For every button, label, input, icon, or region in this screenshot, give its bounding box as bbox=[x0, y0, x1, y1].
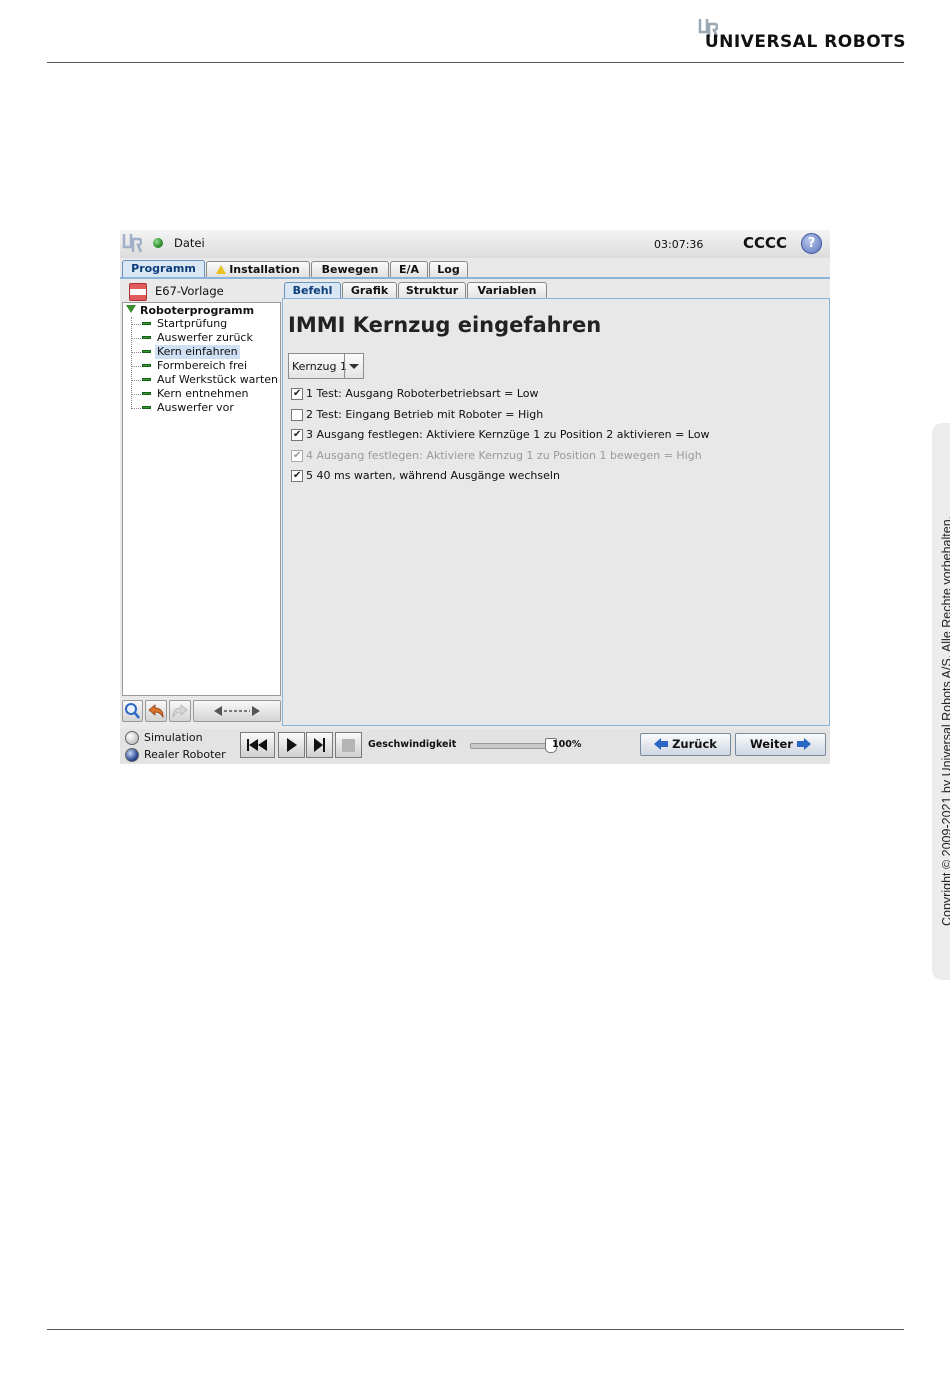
tab-variablen[interactable]: Variablen bbox=[467, 282, 547, 299]
tree-toolbar bbox=[122, 700, 281, 722]
node-icon bbox=[142, 322, 151, 325]
tree-item-label: Auswerfer vor bbox=[157, 401, 234, 414]
checkbox bbox=[291, 448, 303, 464]
save-icon[interactable] bbox=[129, 283, 147, 301]
node-icon bbox=[142, 364, 151, 367]
robot-name: CCCC bbox=[743, 234, 788, 252]
step-label: 2 Test: Eingang Betrieb mit Roboter = Hi… bbox=[306, 408, 544, 421]
rewind-button[interactable] bbox=[240, 732, 275, 758]
arrow-right-icon bbox=[797, 738, 811, 750]
footer-rule bbox=[47, 1329, 904, 1330]
undo-icon bbox=[148, 704, 164, 719]
command-title: IMMI Kernzug eingefahren bbox=[288, 313, 602, 337]
status-ok-icon bbox=[153, 238, 163, 248]
node-icon bbox=[142, 392, 151, 395]
tree-root-label: Roboterprogramm bbox=[140, 304, 255, 317]
back-button[interactable]: Zurück bbox=[640, 733, 731, 756]
search-icon bbox=[125, 703, 140, 719]
next-button[interactable]: Weiter bbox=[735, 733, 826, 756]
header-rule bbox=[47, 62, 904, 63]
checkbox[interactable] bbox=[291, 386, 303, 402]
checkbox[interactable] bbox=[291, 427, 303, 443]
speed-value: 100% bbox=[552, 739, 582, 750]
bottom-bar: Simulation Realer Roboter Geschwindigkei… bbox=[120, 729, 830, 764]
tab-bewegen[interactable]: Bewegen bbox=[311, 261, 389, 277]
tab-befehl[interactable]: Befehl bbox=[284, 282, 341, 299]
kernzug-select[interactable]: Kernzug 1 bbox=[288, 353, 364, 379]
redo-button[interactable] bbox=[169, 700, 191, 722]
tree-item-label: Kern entnehmen bbox=[157, 387, 249, 400]
tree-item-label: Kern einfahren bbox=[155, 345, 240, 359]
speed-label: Geschwindigkeit bbox=[368, 739, 457, 750]
play-icon bbox=[287, 738, 297, 752]
top-bar: Datei 03:07:36 CCCC ? bbox=[120, 230, 830, 258]
help-icon[interactable]: ? bbox=[801, 233, 822, 254]
tab-installation-label: Installation bbox=[229, 263, 300, 276]
node-icon bbox=[142, 336, 151, 339]
real-robot-label: Realer Roboter bbox=[144, 748, 226, 761]
node-icon bbox=[142, 350, 151, 353]
step-label: 3 Ausgang festlegen: Aktiviere Kernzüge … bbox=[306, 428, 710, 441]
expand-triangle-icon bbox=[126, 305, 136, 313]
brand-name: UNIVERSAL ROBOTS bbox=[704, 32, 906, 52]
program-filename: E67-Vorlage bbox=[155, 284, 224, 298]
tree-item-label: Startprüfung bbox=[157, 317, 228, 330]
real-robot-radio[interactable] bbox=[125, 748, 139, 762]
copyright-text: Copyright © 2009-2021 by Universal Robot… bbox=[940, 515, 950, 926]
tree-guide bbox=[131, 317, 132, 409]
move-arrows-icon bbox=[214, 706, 260, 716]
kernzug-select-value: Kernzug 1 bbox=[292, 360, 347, 373]
stop-button[interactable] bbox=[335, 732, 362, 758]
speed-slider-fill bbox=[471, 744, 551, 748]
back-label: Zurück bbox=[672, 737, 717, 751]
speed-slider[interactable] bbox=[470, 738, 557, 753]
simulation-radio[interactable] bbox=[125, 731, 139, 745]
step-label: 5 40 ms warten, während Ausgänge wechsel… bbox=[306, 469, 560, 482]
clock: 03:07:36 bbox=[654, 238, 704, 251]
tree-item-label: Formbereich frei bbox=[157, 359, 248, 372]
tab-struktur[interactable]: Struktur bbox=[398, 282, 466, 299]
tab-programm[interactable]: Programm bbox=[122, 260, 205, 278]
redo-icon bbox=[172, 704, 188, 719]
step-icon bbox=[314, 738, 325, 752]
next-label: Weiter bbox=[749, 737, 793, 751]
node-icon bbox=[142, 378, 151, 381]
warning-icon bbox=[216, 265, 227, 274]
step-button[interactable] bbox=[306, 732, 333, 758]
undo-button[interactable] bbox=[145, 700, 167, 722]
play-button[interactable] bbox=[278, 732, 305, 758]
simulation-label: Simulation bbox=[144, 731, 203, 744]
rewind-icon bbox=[247, 739, 267, 751]
tree-item-label: Auf Werkstück warten bbox=[157, 373, 278, 386]
stop-icon bbox=[342, 739, 355, 752]
program-tree: Roboterprogramm Startprüfung Auswerfer z… bbox=[122, 302, 281, 696]
tab-log[interactable]: Log bbox=[429, 261, 468, 277]
arrow-left-icon bbox=[654, 738, 669, 750]
checkbox[interactable] bbox=[291, 468, 303, 484]
move-node-button[interactable] bbox=[193, 700, 281, 722]
step-label: 1 Test: Ausgang Roboterbetriebsart = Low bbox=[306, 387, 539, 400]
tree-item-label: Auswerfer zurück bbox=[157, 331, 253, 344]
file-menu[interactable]: Datei bbox=[174, 236, 205, 250]
node-icon bbox=[142, 406, 151, 409]
polyscope-screenshot: Datei 03:07:36 CCCC ? Programm Installat… bbox=[120, 230, 830, 764]
ur-logo-icon bbox=[122, 234, 142, 253]
brand-header: UNIVERSAL ROBOTS bbox=[696, 18, 906, 56]
tab-installation[interactable]: Installation bbox=[206, 261, 310, 277]
tree-root[interactable]: Roboterprogramm bbox=[126, 304, 254, 317]
checkbox[interactable] bbox=[291, 409, 303, 421]
step-label: 4 Ausgang festlegen: Aktiviere Kernzug 1… bbox=[306, 449, 702, 462]
search-button[interactable] bbox=[122, 700, 143, 722]
command-panel: Befehl Grafik Struktur Variablen IMMI Ke… bbox=[282, 279, 830, 729]
program-panel: E67-Vorlage Roboterprogramm Startprüfung… bbox=[120, 279, 282, 729]
tab-ea[interactable]: E/A bbox=[390, 261, 428, 277]
chevron-down-icon bbox=[344, 354, 363, 378]
tab-grafik[interactable]: Grafik bbox=[342, 282, 397, 299]
command-content: IMMI Kernzug eingefahren Kernzug 1 1 Tes… bbox=[282, 298, 830, 726]
